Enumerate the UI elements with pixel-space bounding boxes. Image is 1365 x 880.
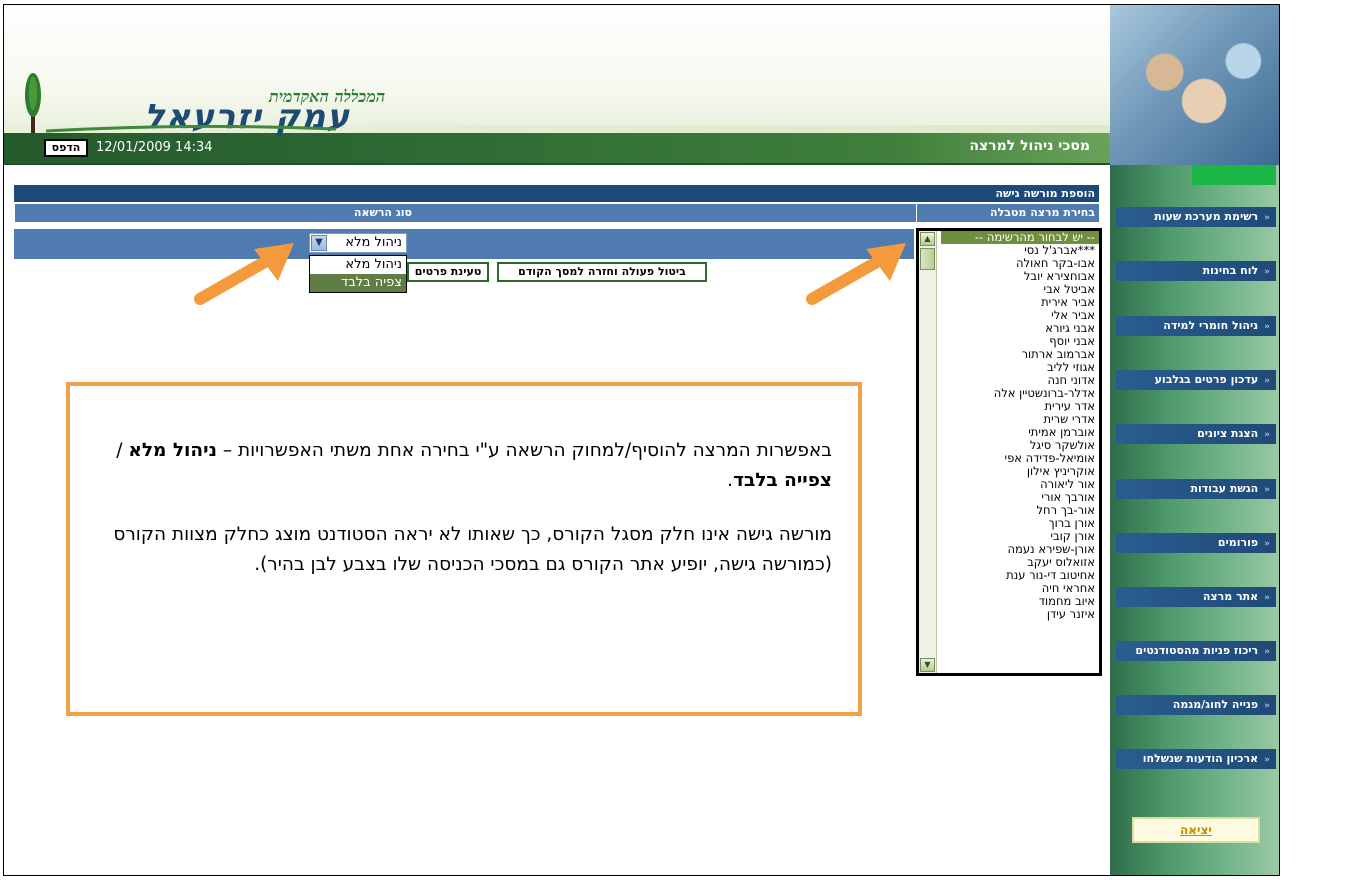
nav-item-label: פנייה לחוג/מגמה xyxy=(1172,698,1259,711)
logo-swoosh-icon xyxy=(46,125,336,133)
permission-dropdown: ניהול מלא צפיה בלבד xyxy=(309,255,407,293)
pointer-arrow-icon xyxy=(194,243,294,305)
nav-item-exams[interactable]: « לוח בחינות xyxy=(1116,261,1276,281)
exit-button[interactable]: יציאה xyxy=(1132,817,1260,843)
nav-item-schedule[interactable]: « רשימת מערכת שעות xyxy=(1116,207,1276,227)
nav-item-label: הצגת ציונים xyxy=(1197,427,1259,440)
nav-item-label: רשימת מערכת שעות xyxy=(1154,210,1259,223)
nav-item-department-request[interactable]: « פנייה לחוג/מגמה xyxy=(1116,695,1276,715)
double-chevron-left-icon: « xyxy=(1264,593,1270,603)
nav-item-student-requests[interactable]: « ריכוז פניות מהסטודנטים xyxy=(1116,641,1276,661)
pointer-arrow-icon xyxy=(806,243,906,305)
nav-item-grades[interactable]: « הצגת ציונים xyxy=(1116,424,1276,444)
nav-item-label: פורומים xyxy=(1217,536,1259,549)
tree-logo-icon xyxy=(25,73,41,133)
permission-option-full[interactable]: ניהול מלא xyxy=(310,256,406,274)
callout-paragraph-2: מורשה גישה אינו חלק מסגל הקורס, כך שאותו… xyxy=(113,524,832,575)
double-chevron-left-icon: « xyxy=(1264,701,1270,711)
scroll-thumb[interactable] xyxy=(920,248,935,270)
scroll-up-icon[interactable]: ▲ xyxy=(920,232,935,246)
lecturer-list-scrollbar[interactable]: ▲ ▼ xyxy=(919,231,937,673)
right-nav: « רשימת מערכת שעות « לוח בחינות « ניהול חומ… xyxy=(1110,5,1279,875)
lecturer-option[interactable]: איזנר עידן xyxy=(941,608,1095,621)
lecturer-list[interactable]: -- יש לבחור מהרשימה -- ***אברג'ל נסי אבו-ב… xyxy=(919,231,1099,673)
lecturer-listbox[interactable]: -- יש לבחור מהרשימה -- ***אברג'ל נסי אבו-ב… xyxy=(916,228,1102,676)
selection-row xyxy=(14,229,914,259)
nav-item-label: אתר מרצה xyxy=(1202,590,1259,603)
nav-item-label: עדכון פרטים בגלבוע xyxy=(1154,373,1259,386)
double-chevron-left-icon: « xyxy=(1264,755,1270,765)
datetime: 12/01/2009 14:34 xyxy=(96,140,213,155)
permission-select[interactable]: ניהול מלא ▼ xyxy=(309,233,407,253)
nav-item-label: ריכוז פניות מהסטודנטים xyxy=(1135,644,1259,657)
callout-separator: / xyxy=(116,440,129,461)
double-chevron-left-icon: « xyxy=(1264,267,1270,277)
double-chevron-left-icon: « xyxy=(1264,213,1270,223)
nav-item-label: לוח בחינות xyxy=(1202,264,1259,277)
double-chevron-left-icon: « xyxy=(1264,430,1270,440)
print-button[interactable]: הדפס xyxy=(44,139,88,157)
nav-item-label: ארכיון הודעות שנשלחו xyxy=(1142,752,1259,765)
lecturer-column-label: בחירת מרצה מטבלה xyxy=(916,204,1099,222)
double-chevron-left-icon: « xyxy=(1264,322,1270,332)
callout-option-full: ניהול מלא xyxy=(128,440,217,461)
cancel-back-button[interactable]: ביטול פעולה וחזרה למסך הקודם xyxy=(497,262,707,282)
nav-item-label: ניהול חומרי למידה xyxy=(1163,319,1259,332)
chevron-down-icon[interactable]: ▼ xyxy=(311,235,327,251)
callout-text: באפשרות המרצה להוסיף/למחוק הרשאה ע"י בחי… xyxy=(216,440,832,461)
page-title: מסכי ניהול למרצה xyxy=(969,138,1090,154)
callout-option-view: צפייה בלבד xyxy=(733,470,832,491)
section-header-add-access: הוספת מורשה גישה xyxy=(14,185,1099,203)
double-chevron-left-icon: « xyxy=(1264,376,1270,386)
nav-item-update-details[interactable]: « עדכון פרטים בגלבוע xyxy=(1116,370,1276,390)
nav-item-materials[interactable]: « ניהול חומרי למידה xyxy=(1116,316,1276,336)
students-photo xyxy=(1110,5,1279,165)
scroll-down-icon[interactable]: ▼ xyxy=(920,658,935,672)
explanation-callout: באפשרות המרצה להוסיף/למחוק הרשאה ע"י בחי… xyxy=(66,382,862,716)
nav-item-assignments[interactable]: « הגשת עבודות xyxy=(1116,479,1276,499)
permission-column-label: סוג הרשאה xyxy=(14,204,416,222)
load-details-button[interactable]: טעינת פרטים xyxy=(407,262,489,282)
app-window: המכללה האקדמית עמק יזרעאל הדפס 12/01/200… xyxy=(3,4,1280,876)
green-tab xyxy=(1192,165,1276,185)
column-header-row: בחירת מרצה מטבלה סוג הרשאה xyxy=(14,204,1099,222)
callout-paragraph-1: באפשרות המרצה להוסיף/למחוק הרשאה ע"י בחי… xyxy=(94,436,832,496)
header: המכללה האקדמית עמק יזרעאל הדפס 12/01/200… xyxy=(4,5,1110,165)
nav-item-lecturer-site[interactable]: « אתר מרצה xyxy=(1116,587,1276,607)
nav-item-label: הגשת עבודות xyxy=(1190,482,1259,495)
nav-item-messages-archive[interactable]: « ארכיון הודעות שנשלחו xyxy=(1116,749,1276,769)
double-chevron-left-icon: « xyxy=(1264,539,1270,549)
permission-select-value: ניהול מלא xyxy=(345,235,402,250)
permission-option-view[interactable]: צפיה בלבד xyxy=(310,274,406,292)
nav-item-forums[interactable]: « פורומים xyxy=(1116,533,1276,553)
double-chevron-left-icon: « xyxy=(1264,647,1270,657)
double-chevron-left-icon: « xyxy=(1264,485,1270,495)
